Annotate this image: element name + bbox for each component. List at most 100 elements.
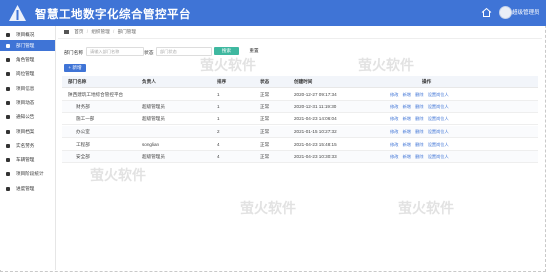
add-link[interactable]: 新增 (403, 116, 411, 121)
search-button[interactable]: 搜索 (214, 47, 239, 55)
sidebar-item-label: 项目阶段统计 (16, 170, 44, 176)
sidebar-item-label: 通知公告 (16, 113, 35, 119)
row-actions: 修改 新增 删除 设置岗位人 (390, 129, 452, 135)
delete-link[interactable]: 删除 (415, 104, 423, 109)
stats-icon (6, 171, 10, 176)
add-link[interactable]: 新增 (403, 142, 411, 147)
sidebar-item-vehicle[interactable]: 车辆管理 (0, 154, 55, 165)
edit-link[interactable]: 修改 (390, 154, 398, 159)
department-icon (6, 43, 10, 48)
header-divider (58, 38, 542, 39)
breadcrumb-org[interactable]: 组织管理 (91, 29, 109, 34)
row-actions: 修改 新增 删除 设置岗位人 (390, 92, 452, 98)
delete-link[interactable]: 删除 (415, 116, 423, 121)
sidebar-item-label: 项目信息 (16, 85, 35, 91)
breadcrumb-home[interactable]: 首页 (74, 29, 83, 34)
row-actions: 修改 新增 删除 设置岗位人 (390, 142, 452, 148)
table-row: 办公室 2 正常 2021-01-15 10:27:32 修改 新增 删除 设置… (62, 126, 538, 138)
overview-icon (6, 32, 10, 37)
home-icon[interactable] (481, 7, 492, 18)
col-leader: 负责人 (142, 79, 156, 84)
set-post-link[interactable]: 设置岗位人 (428, 129, 449, 134)
cell-sort: 1 (217, 116, 220, 121)
sidebar-item-label: 进度管理 (16, 185, 35, 191)
cell-sort: 1 (217, 92, 220, 97)
edit-link[interactable]: 修改 (390, 116, 398, 121)
set-post-link[interactable]: 设置岗位人 (428, 116, 449, 121)
cell-status: 正常 (260, 104, 270, 109)
role-icon (6, 57, 10, 62)
sidebar-item-label: 车辆管理 (16, 156, 35, 162)
sidebar-item-progress[interactable]: 进度管理 (0, 183, 55, 194)
edit-link[interactable]: 修改 (390, 142, 398, 147)
cell-dept-name: 施工一部 (76, 116, 95, 121)
post-icon (6, 71, 10, 76)
delete-link[interactable]: 删除 (415, 129, 423, 134)
user-name[interactable]: 超级管理员 (512, 8, 540, 16)
set-post-link[interactable]: 设置岗位人 (428, 104, 449, 109)
col-status: 状态 (260, 79, 270, 84)
delete-link[interactable]: 删除 (415, 92, 423, 97)
sidebar-item-stage-stats[interactable]: 项目阶段统计 (0, 168, 55, 179)
add-link[interactable]: 新增 (403, 154, 411, 159)
app-logo-icon (9, 5, 26, 21)
archive-icon (6, 129, 10, 134)
sidebar-item-label: 部门管理 (16, 42, 35, 48)
sidebar-item-department[interactable]: 部门管理 (0, 40, 55, 51)
add-button[interactable]: + 新增 (64, 64, 86, 72)
sidebar-item-labor[interactable]: 实名劳务 (0, 140, 55, 151)
edit-link[interactable]: 修改 (390, 104, 398, 109)
col-created: 创建时间 (294, 79, 313, 84)
edit-link[interactable]: 修改 (390, 92, 398, 97)
labor-icon (6, 143, 10, 148)
cell-created: 2021-04-23 15:48:15 (294, 142, 337, 147)
cell-dept-name: 安全部 (76, 154, 90, 159)
add-link[interactable]: 新增 (403, 92, 411, 97)
progress-icon (6, 186, 10, 191)
add-link[interactable]: 新增 (403, 129, 411, 134)
sidebar-item-archive[interactable]: 项目档案 (0, 126, 55, 137)
cell-dept-name: 办公室 (76, 129, 90, 134)
sidebar-item-label: 项目档案 (16, 128, 35, 134)
cell-sort: 4 (217, 154, 220, 159)
sidebar: 项目概况 部门管理 角色管理 岗位管理 项目信息 项目动态 通知公告 项目档案 … (0, 26, 56, 270)
notice-icon (6, 114, 10, 119)
col-actions: 操作 (422, 79, 432, 84)
watermark: 萤火软件 (398, 200, 454, 216)
app-title: 智慧工地数字化综合管控平台 (35, 9, 191, 21)
sidebar-item-role[interactable]: 角色管理 (0, 54, 55, 65)
set-post-link[interactable]: 设置岗位人 (428, 92, 449, 97)
col-sort: 排序 (217, 79, 227, 84)
sidebar-item-label: 实名劳务 (16, 142, 35, 148)
delete-link[interactable]: 删除 (415, 142, 423, 147)
edit-link[interactable]: 修改 (390, 129, 398, 134)
table-header: 部门名称 负责人 排序 状态 创建时间 操作 (62, 76, 538, 88)
cell-leader: 超级管理员 (142, 104, 165, 109)
sidebar-item-project-info[interactable]: 项目信息 (0, 83, 55, 94)
user-avatar[interactable] (499, 6, 512, 19)
row-actions: 修改 新增 删除 设置岗位人 (390, 104, 452, 110)
add-link[interactable]: 新增 (403, 104, 411, 109)
menu-toggle-icon[interactable] (64, 29, 69, 34)
table-row: 工程部 songlian 4 正常 2021-04-23 15:48:15 修改… (62, 139, 538, 151)
table-row: 财务部 超级管理员 1 正常 2020-12-31 11:19:30 修改 新增… (62, 101, 538, 113)
dept-name-label: 部门名称 (64, 51, 84, 56)
cell-status: 正常 (260, 142, 270, 147)
dept-name-input[interactable]: 请输入部门名称 (86, 47, 144, 56)
project-info-icon (6, 86, 10, 91)
set-post-link[interactable]: 设置岗位人 (428, 142, 449, 147)
vehicle-icon (6, 157, 10, 162)
watermark: 萤火软件 (240, 200, 296, 216)
sidebar-item-notice[interactable]: 通知公告 (0, 111, 55, 122)
col-dept-name: 部门名称 (68, 79, 87, 84)
reset-button[interactable]: 重置 (244, 47, 264, 55)
watermark: 萤火软件 (200, 57, 256, 73)
breadcrumb-separator: / (113, 29, 115, 34)
news-icon (6, 100, 10, 105)
delete-link[interactable]: 删除 (415, 154, 423, 159)
sidebar-item-project-news[interactable]: 项目动态 (0, 97, 55, 108)
sidebar-item-post[interactable]: 岗位管理 (0, 68, 55, 79)
set-post-link[interactable]: 设置岗位人 (428, 154, 449, 159)
sidebar-item-project-overview[interactable]: 项目概况 (0, 29, 55, 40)
cell-dept-name: 工程部 (76, 142, 90, 147)
